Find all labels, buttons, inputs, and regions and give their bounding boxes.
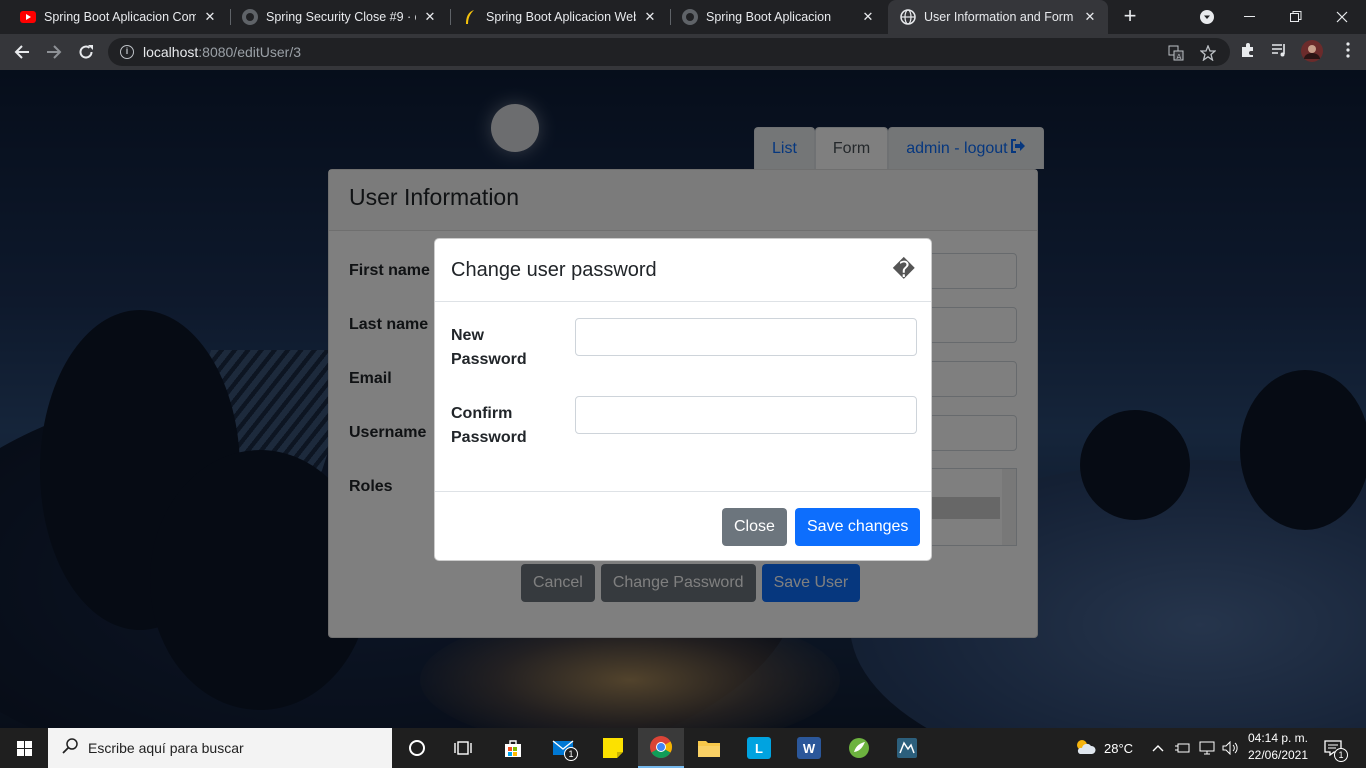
youtube-icon xyxy=(20,9,36,25)
show-hidden-icons-chevron-icon[interactable] xyxy=(1152,728,1164,768)
close-window-icon[interactable] xyxy=(1319,0,1365,34)
clock-date: 22/06/2021 xyxy=(1247,748,1309,762)
back-arrow-icon[interactable] xyxy=(8,38,36,66)
modal-header: Change user password � xyxy=(435,239,931,302)
page-background: List Form admin - logout User Informatio… xyxy=(0,70,1366,728)
confirm-password-label-line: Password xyxy=(451,429,527,446)
minimize-icon[interactable] xyxy=(1227,0,1273,34)
spring-tool-suite-icon[interactable] xyxy=(836,728,882,768)
weather-cloud-sun-icon xyxy=(1074,738,1096,759)
file-explorer-icon[interactable] xyxy=(686,728,732,768)
new-password-label-line: New xyxy=(451,327,484,344)
taskbar-clock[interactable]: 04:14 p. m. 22/06/2021 xyxy=(1240,730,1316,764)
network-icon[interactable] xyxy=(1198,728,1216,768)
weather-temperature: 28°C xyxy=(1104,740,1134,756)
word-icon[interactable]: W xyxy=(786,728,832,768)
globe-icon xyxy=(900,9,916,25)
mysql-workbench-icon[interactable] xyxy=(884,728,930,768)
sticky-notes-icon[interactable] xyxy=(590,728,636,768)
new-password-label: New Password xyxy=(451,324,561,372)
modal-footer: Close Save changes xyxy=(435,491,931,561)
tab-search-icon[interactable] xyxy=(1184,0,1230,34)
clock-time: 04:14 p. m. xyxy=(1247,731,1309,745)
modal-body: New Password Confirm Password xyxy=(435,302,931,492)
confirm-password-label-line: Confirm xyxy=(451,405,513,422)
close-tab-icon[interactable]: ✕ xyxy=(422,9,438,25)
battery-plug-icon[interactable] xyxy=(1174,728,1190,768)
translate-icon[interactable]: A xyxy=(1168,45,1184,64)
weather-widget[interactable]: 28°C xyxy=(1074,728,1133,768)
close-tab-icon[interactable]: ✕ xyxy=(1082,9,1098,25)
close-tab-icon[interactable]: ✕ xyxy=(860,9,876,25)
new-password-label-line: Password xyxy=(451,351,527,368)
browser-tabstrip: Spring Boot Aplicacion Comp ✕ Spring Sec… xyxy=(0,0,1366,34)
url-host: localhost xyxy=(143,44,199,60)
address-bar[interactable]: i localhost :8080/editUser/3 A xyxy=(108,38,1230,66)
feather-icon xyxy=(462,9,478,25)
notification-badge: 1 xyxy=(1334,748,1348,762)
tab-title: User Information and Form xyxy=(924,10,1074,24)
close-icon[interactable]: � xyxy=(892,259,915,281)
confirm-password-field[interactable] xyxy=(575,396,917,434)
modal-title: Change user password xyxy=(451,258,657,281)
task-view-icon[interactable] xyxy=(440,728,486,768)
media-queue-icon[interactable] xyxy=(1271,42,1287,62)
cortana-icon[interactable] xyxy=(394,728,440,768)
reload-icon[interactable] xyxy=(72,38,100,66)
confirm-password-label: Confirm Password xyxy=(451,402,561,450)
tab-title: Spring Boot Aplicacion Web P xyxy=(486,10,636,24)
notification-center-icon[interactable]: 1 xyxy=(1324,728,1348,768)
store-icon[interactable] xyxy=(490,728,536,768)
windows-start-button[interactable] xyxy=(0,728,48,768)
site-info-icon[interactable]: i xyxy=(120,45,134,59)
tab-title: Spring Security Close #9 · cru xyxy=(266,10,416,24)
browser-tab[interactable]: Spring Boot Aplicacion Web P ✕ xyxy=(450,0,668,34)
lingo-app-icon[interactable]: L xyxy=(736,728,782,768)
close-tab-icon[interactable]: ✕ xyxy=(202,9,218,25)
change-password-modal: Change user password � New Password Conf… xyxy=(434,238,932,561)
search-placeholder: Escribe aquí para buscar xyxy=(88,740,244,756)
github-icon xyxy=(682,9,698,25)
windows-logo-icon xyxy=(16,740,32,756)
volume-icon[interactable] xyxy=(1222,728,1240,768)
url-path: :8080/editUser/3 xyxy=(198,44,301,60)
search-icon xyxy=(62,737,78,759)
browser-tab[interactable]: Spring Boot Aplicacion Comp ✕ xyxy=(8,0,228,34)
close-tab-icon[interactable]: ✕ xyxy=(642,9,658,25)
save-changes-button[interactable]: Save changes xyxy=(795,508,921,546)
taskbar-search-box[interactable]: Escribe aquí para buscar xyxy=(48,728,392,768)
close-button[interactable]: Close xyxy=(722,508,787,546)
restore-icon[interactable] xyxy=(1273,0,1319,34)
profile-avatar[interactable] xyxy=(1301,40,1323,66)
github-icon xyxy=(242,9,258,25)
new-password-field[interactable] xyxy=(575,318,917,356)
browser-tab[interactable]: Spring Security Close #9 · cru ✕ xyxy=(230,0,448,34)
extensions-puzzle-icon[interactable] xyxy=(1240,42,1256,62)
mail-icon[interactable]: 1 xyxy=(540,728,586,768)
tab-title: Spring Boot Aplicacion xyxy=(706,10,832,24)
tab-title: Spring Boot Aplicacion Comp xyxy=(44,10,196,24)
new-tab-button[interactable]: + xyxy=(1118,5,1142,29)
mail-badge: 1 xyxy=(564,747,578,761)
browser-toolbar: i localhost :8080/editUser/3 A xyxy=(0,34,1366,70)
bookmark-star-icon[interactable] xyxy=(1199,44,1217,64)
chrome-icon[interactable] xyxy=(638,728,684,768)
browser-tab-active[interactable]: User Information and Form ✕ xyxy=(888,0,1108,34)
browser-tab[interactable]: Spring Boot Aplicacion ✕ xyxy=(670,0,886,34)
svg-text:A: A xyxy=(1177,53,1182,61)
windows-taskbar: Escribe aquí para buscar 1 L W 28°C 04:1… xyxy=(0,728,1366,768)
browser-menu-icon[interactable] xyxy=(1346,42,1350,62)
forward-arrow-icon[interactable] xyxy=(40,38,68,66)
